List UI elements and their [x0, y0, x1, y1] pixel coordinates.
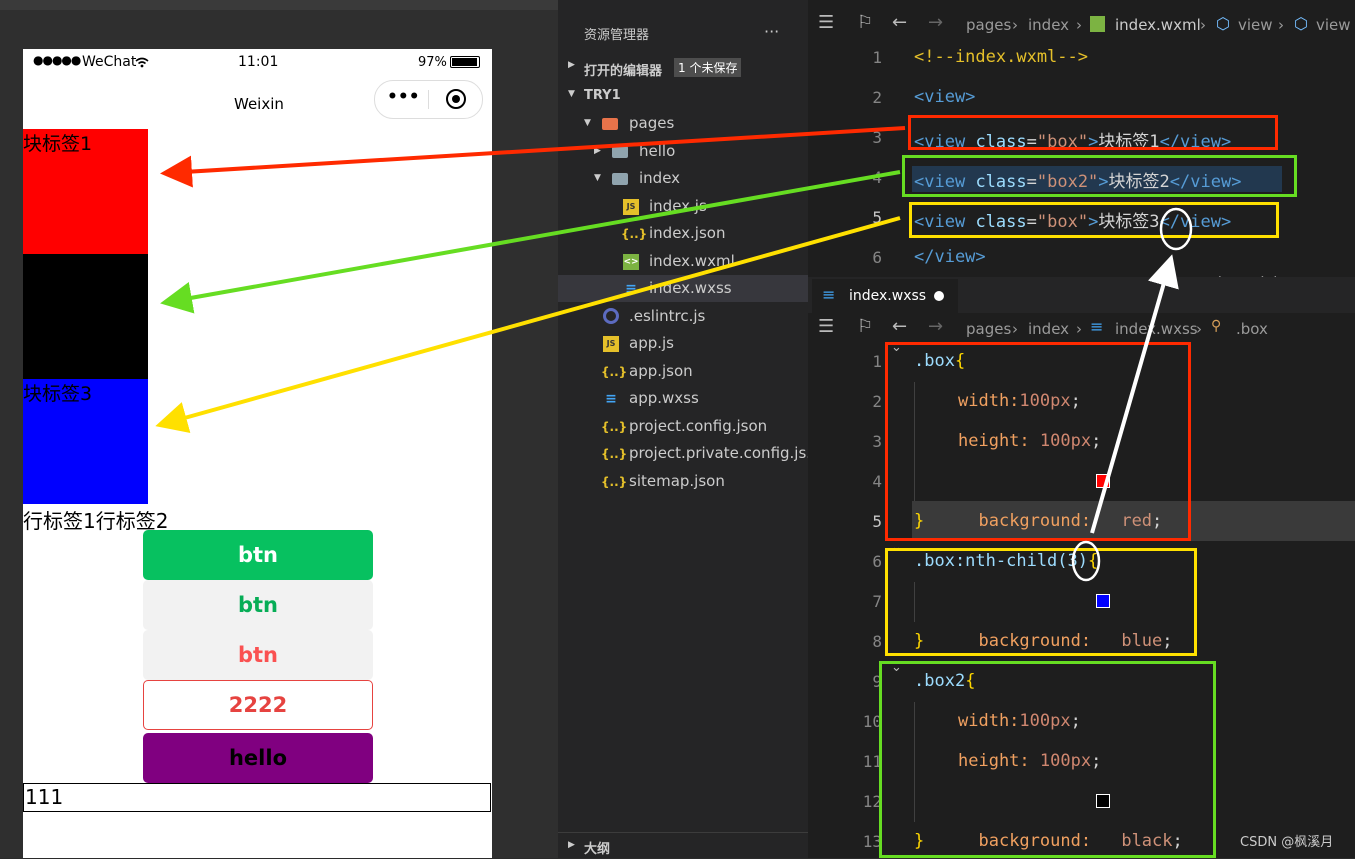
arrow-green	[160, 170, 901, 314]
annotation-arrows	[155, 126, 1193, 582]
arrow-white	[1090, 254, 1179, 534]
arrow-yellow	[155, 216, 901, 433]
watermark: CSDN @枫溪月	[1240, 835, 1334, 850]
circle-mark-top	[1159, 207, 1193, 251]
arrow-red	[160, 126, 906, 188]
circle-mark-bottom	[1071, 540, 1101, 582]
